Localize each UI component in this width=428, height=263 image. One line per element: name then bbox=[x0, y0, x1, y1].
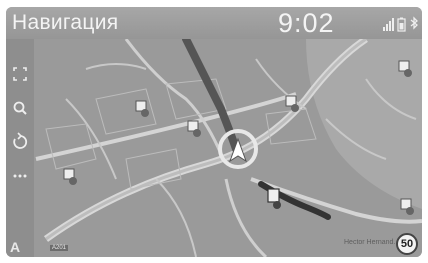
page-title: Навигация bbox=[12, 11, 119, 34]
more-button[interactable] bbox=[9, 165, 31, 187]
signal-icon bbox=[383, 18, 394, 31]
road-label-hector: Hector Hernand... bbox=[344, 239, 400, 246]
navigation-screen: Hector Hernand... A201 Навигация 9:02 50… bbox=[6, 7, 422, 257]
road-secondary bbox=[224, 178, 268, 257]
clock: 9:02 bbox=[278, 8, 335, 38]
more-icon bbox=[13, 174, 27, 178]
map-view[interactable]: Hector Hernand... A201 bbox=[6, 39, 422, 257]
poi-icon bbox=[187, 120, 201, 137]
map-sidebar bbox=[6, 39, 34, 257]
fullscreen-icon bbox=[13, 67, 27, 81]
map-canvas bbox=[35, 39, 422, 257]
poi-icon bbox=[63, 168, 77, 185]
fullscreen-button[interactable] bbox=[9, 63, 31, 85]
reroute-icon bbox=[13, 132, 28, 149]
bluetooth-icon bbox=[410, 16, 418, 30]
search-button[interactable] bbox=[9, 97, 31, 119]
poi-icon bbox=[135, 100, 149, 117]
reroute-button[interactable] bbox=[9, 131, 31, 153]
battery-icon bbox=[397, 17, 406, 32]
status-bar: Навигация 9:02 bbox=[6, 7, 422, 39]
status-icons bbox=[382, 16, 420, 32]
destination-flag-icon bbox=[267, 188, 281, 209]
search-icon bbox=[13, 101, 27, 115]
speed-limit-badge: 50 bbox=[396, 233, 418, 255]
compass-indicator[interactable]: A bbox=[10, 239, 20, 255]
road-label-a201: A201 bbox=[50, 245, 69, 251]
